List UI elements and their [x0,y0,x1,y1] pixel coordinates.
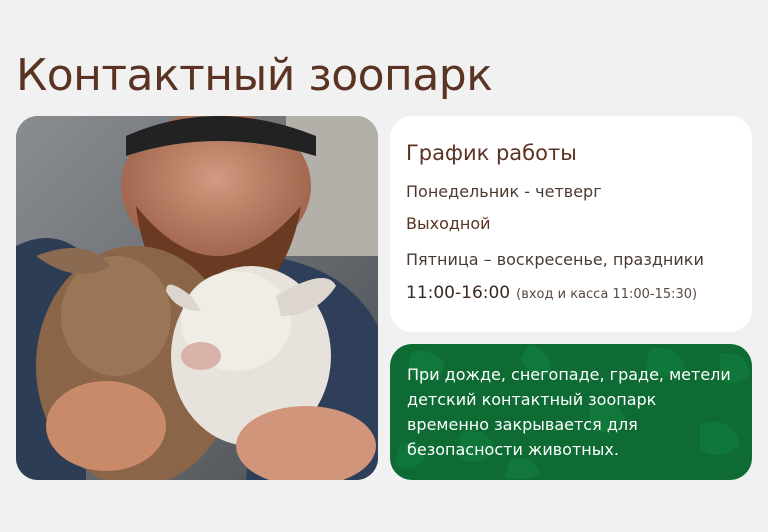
schedule-hours-note: (вход и касса 11:00-15:30) [516,287,698,302]
schedule-hours: 11:00-16:00 (вход и касса 11:00-15:30) [406,282,736,306]
schedule-card: График работы Понедельник - четверг Выхо… [390,116,752,332]
schedule-days-weekend: Пятница – воскресенье, праздники [406,250,704,269]
weather-notice-text: При дожде, снегопаде, граде, метели детс… [407,365,731,459]
photo-illustration [16,116,378,480]
goat-kids-photo [16,116,378,480]
page-title: Контактный зоопарк [16,50,493,101]
weather-notice-card: При дожде, снегопаде, граде, метели детс… [390,344,752,480]
schedule-status-closed: Выходной [406,214,491,233]
schedule-days-weekdays: Понедельник - четверг [406,182,602,201]
schedule-title: График работы [406,141,577,165]
schedule-hours-value: 11:00-16:00 [406,283,511,303]
